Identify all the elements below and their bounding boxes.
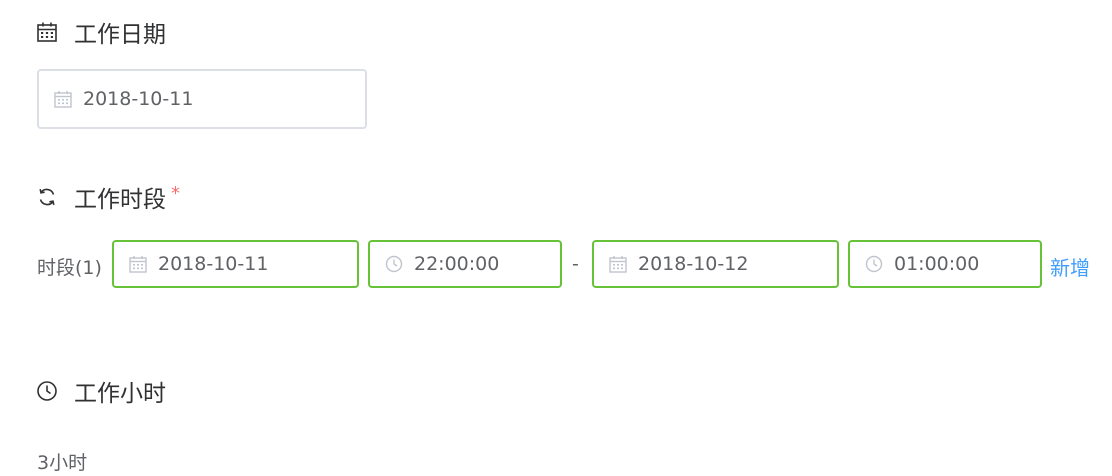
clock-icon [864,254,884,274]
calendar-icon [608,254,628,274]
required-mark: * [171,183,180,204]
refresh-icon [36,186,58,208]
work-period-heading: 工作时段 * [36,181,180,213]
work-date-picker[interactable]: 2018-10-11 [37,69,367,129]
work-period-title: 工作时段 [74,187,166,213]
clock-icon [384,254,404,274]
work-hours-value: 3小时 [37,452,88,474]
calendar-icon [128,254,148,274]
add-period-link[interactable]: 新增 [1050,252,1090,281]
period-start-time-picker[interactable]: 22:00:00 [368,240,562,288]
work-date-heading: 工作日期 [36,16,166,48]
clock-icon [36,380,58,402]
period-row-label: 时段(1) [37,257,102,279]
calendar-icon [36,21,58,43]
end-date-value: 2018-10-12 [638,253,749,275]
work-hours-title: 工作小时 [74,381,166,407]
period-end-time-picker[interactable]: 01:00:00 [848,240,1042,288]
end-time-value: 01:00:00 [894,253,980,275]
period-start-date-picker[interactable]: 2018-10-11 [112,240,359,288]
range-separator: - [572,253,579,275]
calendar-icon [53,89,73,109]
period-end-date-picker[interactable]: 2018-10-12 [592,240,839,288]
work-hours-heading: 工作小时 [36,375,166,407]
start-time-value: 22:00:00 [414,253,500,275]
start-date-value: 2018-10-11 [158,253,269,275]
work-date-title: 工作日期 [74,22,166,48]
work-date-value: 2018-10-11 [83,88,194,110]
